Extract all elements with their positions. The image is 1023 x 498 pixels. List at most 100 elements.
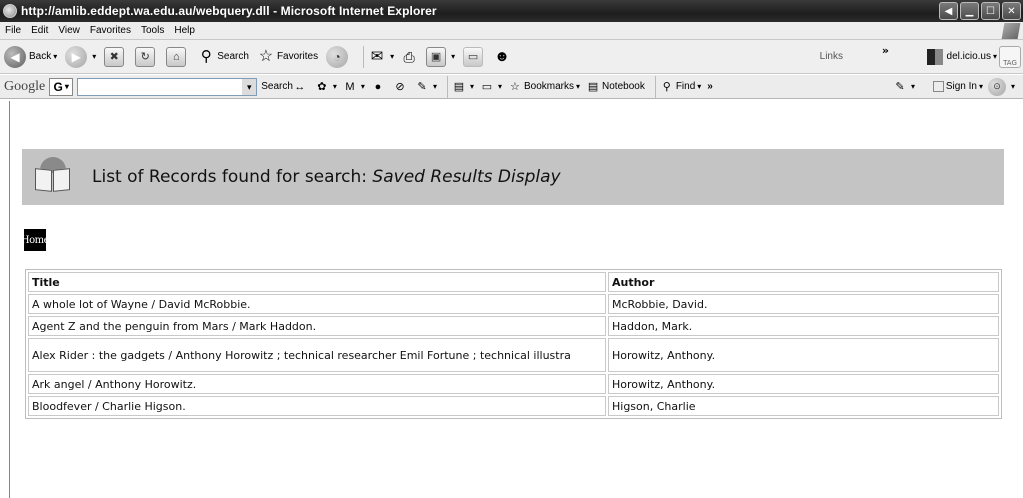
favorites-button[interactable]: ☆ Favorites [257,48,319,64]
sign-in-label: Sign In [945,81,977,92]
find-icon: ⚲ [662,80,671,93]
menu-bar: File Edit View Favorites Tools Help [0,22,1023,40]
translate-button[interactable]: ⊙ ▾ [987,77,1015,96]
forward-button[interactable]: ▶ ▾ [65,45,96,68]
stop-button[interactable]: ✖ [104,46,127,67]
bookmark-star-icon: ☆ [510,80,520,93]
discuss-icon: ▭ [463,46,484,67]
google-search-label: Search [261,81,293,92]
discuss-button[interactable]: ▭ [463,46,486,67]
home-toolbar-button[interactable]: ⌂ [166,46,189,67]
title-cell[interactable]: Agent Z and the penguin from Mars / Mark… [28,316,606,336]
google-toolbar: Google G▾ Search ↔ ✿▾ M▾ ● ⊘ ✎▾ ▤▾ ▭▾ ☆ … [0,75,1023,99]
menu-tools[interactable]: Tools [141,25,164,36]
menu-edit[interactable]: Edit [31,25,48,36]
autofill-button[interactable]: ▤ ▾ [452,80,474,94]
links-toolbar-label[interactable]: Links [820,51,843,62]
table-row[interactable]: Bloodfever / Charlie Higson. Higson, Cha… [28,396,999,416]
sign-in-button[interactable]: Sign In ▾ [932,81,983,92]
mail-dropdown-icon[interactable]: ▾ [390,52,394,61]
search-button[interactable]: ⚲ Search [197,47,249,65]
mail-button[interactable]: ✉ ▾ [368,47,394,65]
menu-help[interactable]: Help [174,25,195,36]
messenger-button[interactable]: ☻ [494,47,510,65]
author-cell: McRobbie, David. [608,294,999,314]
home-link-label: Home [20,234,50,246]
gmail-button[interactable]: M ▾ [343,80,365,94]
refresh-icon: ↻ [135,46,156,67]
windows-logo-icon [1001,23,1021,39]
news-icon: ✿ [317,80,327,93]
results-table: Title Author A whole lot of Wayne / Davi… [25,269,1002,419]
find-button[interactable]: ⚲ Find ▾ [660,80,702,94]
google-logo[interactable]: Google [4,79,45,95]
scroll-left-button[interactable]: ◀ [939,2,958,20]
favorites-label: Favorites [276,51,319,62]
spellcheck-button[interactable]: ⊘ [393,80,409,94]
refresh-button[interactable]: ↻ [135,46,158,67]
window-title-bar: http://amlib.eddept.wa.edu.au/webquery.d… [0,0,1023,22]
title-cell[interactable]: Ark angel / Anthony Horowitz. [28,374,606,394]
menu-file[interactable]: File [5,25,21,36]
page-title-prefix: List of Records found for search: [92,167,373,187]
messenger-icon: ☻ [494,47,510,65]
bookmarks-button[interactable]: ☆ Bookmarks ▾ [508,80,580,94]
edit-page-icon: ▣ [426,46,447,67]
delicious-button[interactable]: del.icio.us ▾ [926,48,997,65]
google-talk-button[interactable]: ● [371,80,387,94]
highlight-icon: ▭ [481,80,493,93]
notebook-button[interactable]: ▤ Notebook [586,80,645,94]
table-row[interactable]: A whole lot of Wayne / David McRobbie. M… [28,294,999,314]
googlebar-separator [446,75,448,98]
page-content: List of Records found for search: Saved … [0,101,1023,498]
window-controls: ◀ ▁ ☐ ✕ [939,2,1021,20]
mail-icon: ✉ [370,47,384,65]
back-label: Back [29,51,52,62]
notebook-label: Notebook [602,81,645,92]
title-cell[interactable]: A whole lot of Wayne / David McRobbie. [28,294,606,314]
pagerank-icon: ✎ [417,80,427,93]
menu-view[interactable]: View [58,25,80,36]
pagerank-button[interactable]: ✎ ▾ [415,80,437,94]
close-button[interactable]: ✕ [1002,2,1021,20]
print-button[interactable]: ⎙ [402,50,418,64]
back-button[interactable]: ◀ Back ▾ [4,45,57,68]
back-dropdown-icon[interactable]: ▾ [53,52,57,61]
settings-button[interactable]: ✎ ▾ [893,80,915,94]
home-link-button[interactable]: Home [20,229,50,251]
maximize-button[interactable]: ☐ [981,2,1000,20]
google-menu-button[interactable]: G ▾ [49,77,74,96]
forward-dropdown-icon[interactable]: ▾ [92,52,96,61]
links-chevron-icon[interactable]: » [882,44,889,57]
column-header-title[interactable]: Title [28,272,606,292]
delicious-logo-icon [926,48,943,65]
magnifier-icon: ⚲ [200,47,212,65]
title-cell[interactable]: Bloodfever / Charlie Higson. [28,396,606,416]
googlebar-chevron-icon[interactable]: » [707,81,713,92]
tag-button[interactable]: TAG [999,45,1021,68]
table-row[interactable]: Agent Z and the penguin from Mars / Mark… [28,316,999,336]
column-header-author[interactable]: Author [608,272,999,292]
google-news-button[interactable]: ✿ ▾ [315,80,337,94]
stop-icon: ✖ [104,46,125,67]
delicious-label: del.icio.us [946,51,991,62]
book-icon [34,157,72,197]
history-button[interactable]: ◔ [326,45,351,68]
google-search-input[interactable] [77,77,258,96]
toolbar-separator [363,45,365,68]
table-header-row: Title Author [28,272,999,292]
notebook-icon: ▤ [587,80,599,93]
highlight-button[interactable]: ▭ ▾ [480,80,502,94]
author-cell: Haddon, Mark. [608,316,999,336]
forward-arrow-icon: ▶ [65,45,88,68]
edit-dropdown-icon[interactable]: ▾ [451,52,455,61]
edit-button[interactable]: ▣ ▾ [426,46,455,67]
menu-favorites[interactable]: Favorites [90,25,131,36]
table-row[interactable]: Ark angel / Anthony Horowitz. Horowitz, … [28,374,999,394]
table-row[interactable]: Alex Rider : the gadgets / Anthony Horow… [28,338,999,372]
minimize-button[interactable]: ▁ [960,2,979,20]
google-search-button[interactable]: Search ↔ [261,80,309,94]
delicious-dropdown-icon[interactable]: ▾ [993,52,997,61]
author-cell: Higson, Charlie [608,396,999,416]
title-cell[interactable]: Alex Rider : the gadgets / Anthony Horow… [28,338,606,372]
